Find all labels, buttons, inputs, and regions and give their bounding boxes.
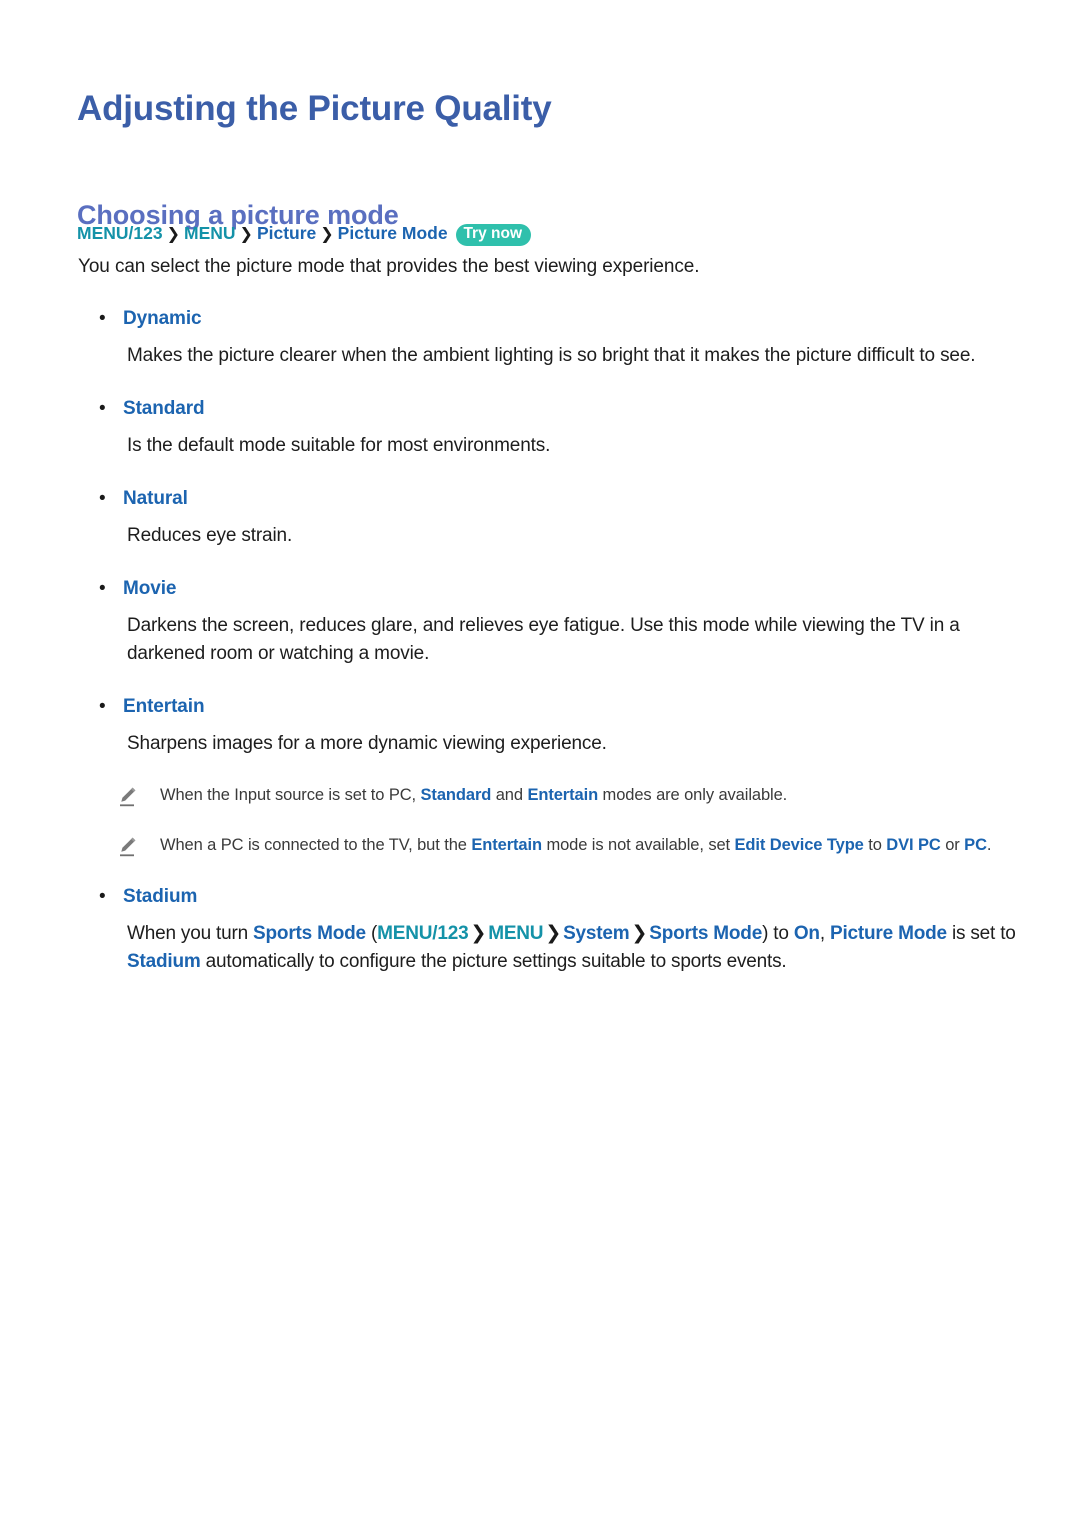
bullet-icon [99, 575, 123, 602]
list-item: Standard [0, 395, 1080, 422]
picture-mode-list: Dynamic Makes the picture clearer when th… [0, 305, 1080, 758]
stadium-block: Stadium When you turn Sports Mode (MENU/… [0, 883, 1080, 976]
inline-term[interactable]: Stadium [127, 951, 201, 972]
breadcrumb-item[interactable]: Picture Mode [338, 223, 448, 243]
inline-term[interactable]: MENU/123 [377, 923, 469, 944]
mode-name: Movie [123, 578, 177, 599]
mode-name: Standard [123, 398, 205, 419]
mode-name: Dynamic [123, 308, 202, 329]
mode-name: Natural [123, 488, 188, 509]
note-term[interactable]: PC [964, 836, 987, 854]
pencil-note-icon [118, 833, 160, 858]
inline-term[interactable]: Sports Mode [649, 923, 762, 944]
breadcrumb-separator-icon: ❯ [545, 923, 562, 944]
bullet-icon [99, 693, 123, 720]
breadcrumb-separator-icon: ❯ [239, 226, 253, 243]
mode-description: Is the default mode suitable for most en… [127, 435, 551, 456]
breadcrumb-separator-icon: ❯ [166, 226, 180, 243]
mode-description: Reduces eye strain. [127, 525, 293, 546]
list-item: Natural [0, 485, 1080, 512]
document-page: Adjusting the Picture Quality Choosing a… [0, 0, 1080, 1527]
mode-description: Makes the picture clearer when the ambie… [127, 345, 976, 366]
inline-term[interactable]: MENU [488, 923, 543, 944]
list-item: Entertain [0, 693, 1080, 720]
mode-name-stadium: Stadium [123, 886, 198, 907]
note-term[interactable]: Entertain [471, 836, 542, 854]
bullet-icon [99, 485, 123, 512]
breadcrumb-separator-icon: ❯ [631, 923, 648, 944]
breadcrumb-item[interactable]: Picture [257, 223, 316, 243]
bullet-icon [99, 883, 123, 910]
note-term[interactable]: Entertain [527, 786, 598, 804]
breadcrumb-separator-icon: ❯ [470, 923, 487, 944]
breadcrumb-separator-icon: ❯ [320, 226, 334, 243]
note-row: When a PC is connected to the TV, but th… [0, 833, 1080, 858]
note-term[interactable]: Standard [421, 786, 492, 804]
breadcrumb: MENU/123 ❯ MENU ❯ Picture ❯ Picture Mode Try n… [77, 221, 532, 247]
list-item: Stadium [0, 883, 1080, 910]
intro-paragraph: You can select the picture mode that pro… [78, 256, 700, 277]
bullet-icon [99, 395, 123, 422]
inline-term[interactable]: On [794, 923, 820, 944]
note-row: When the Input source is set to PC, Stan… [0, 783, 1080, 808]
breadcrumb-item[interactable]: MENU [184, 223, 236, 243]
note-text: When a PC is connected to the TV, but th… [160, 836, 992, 854]
inline-term[interactable]: System [563, 923, 630, 944]
list-item: Dynamic [0, 305, 1080, 332]
document-body: You can select the picture mode that pro… [0, 253, 1080, 976]
page-title: Adjusting the Picture Quality [77, 89, 552, 129]
try-now-badge[interactable]: Try now [456, 224, 532, 246]
pencil-note-icon [118, 783, 160, 808]
inline-term[interactable]: Sports Mode [253, 923, 366, 944]
note-text: When the Input source is set to PC, Stan… [160, 786, 788, 804]
stadium-description: When you turn Sports Mode (MENU/123 ❯ MENU… [127, 923, 1016, 972]
breadcrumb-items: MENU/123 ❯ MENU ❯ Picture ❯ Picture Mode [77, 223, 452, 243]
list-item: Movie [0, 575, 1080, 602]
breadcrumb-item[interactable]: MENU/123 [77, 223, 163, 243]
inline-term[interactable]: Picture Mode [830, 923, 947, 944]
mode-name: Entertain [123, 696, 205, 717]
note-term[interactable]: DVI PC [886, 836, 941, 854]
notes-list: When the Input source is set to PC, Stan… [0, 783, 1080, 858]
mode-description: Sharpens images for a more dynamic viewi… [127, 733, 607, 754]
note-term[interactable]: Edit Device Type [735, 836, 864, 854]
mode-description: Darkens the screen, reduces glare, and r… [127, 615, 960, 664]
bullet-icon [99, 305, 123, 332]
